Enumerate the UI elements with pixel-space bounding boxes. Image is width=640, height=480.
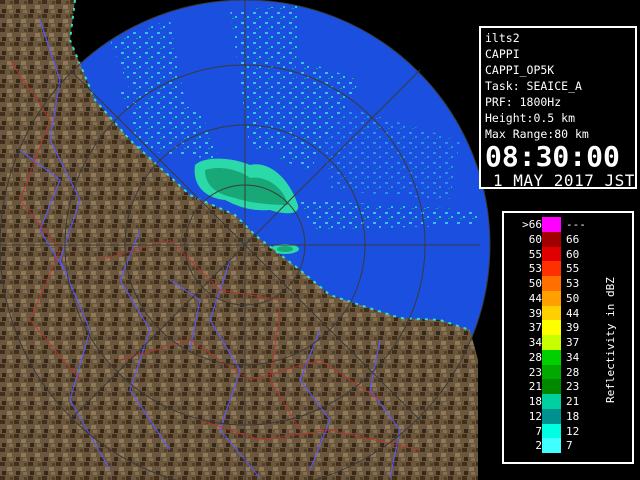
clock-time: 08:30:00 bbox=[485, 140, 620, 173]
legend-high-value: 60 bbox=[566, 247, 580, 261]
legend-low-value: 50 bbox=[528, 277, 542, 290]
product-code: CAPPI_OP5K bbox=[485, 63, 555, 77]
legend-low-value: >66 bbox=[522, 218, 542, 231]
legend-low-value: 37 bbox=[528, 321, 542, 335]
legend-high-value: 44 bbox=[566, 306, 580, 320]
legend-low-value: 39 bbox=[528, 306, 542, 320]
legend-color-swatch bbox=[542, 231, 561, 247]
site-name: ilts2 bbox=[485, 31, 520, 45]
legend-high-value: 28 bbox=[566, 365, 580, 379]
legend-color-swatch bbox=[542, 364, 561, 380]
legend-low-value: 55 bbox=[528, 247, 542, 261]
legend-color-swatch bbox=[542, 379, 561, 395]
height-label: Height:0.5 km bbox=[485, 111, 576, 125]
legend-row: >66 --- bbox=[504, 217, 632, 232]
legend-low-value: 44 bbox=[528, 291, 542, 305]
legend-row: 12 18 bbox=[504, 408, 632, 424]
legend-low-value: 18 bbox=[528, 395, 542, 408]
legend-row: 53 55 bbox=[504, 261, 632, 277]
legend-high-value: 37 bbox=[566, 336, 580, 349]
legend-unit-label: Reflectivity in dBZ bbox=[604, 277, 617, 403]
legend-high-value: 39 bbox=[566, 321, 580, 335]
legend-high-value: 23 bbox=[566, 380, 580, 394]
legend-high-value: 50 bbox=[566, 291, 580, 305]
task-label: Task: SEAICE_A bbox=[485, 79, 582, 93]
legend-color-swatch bbox=[542, 261, 561, 277]
legend-high-value: 66 bbox=[566, 232, 580, 246]
legend-high-value: 34 bbox=[566, 350, 580, 364]
legend-color-swatch bbox=[542, 423, 561, 439]
legend-low-value: 23 bbox=[528, 365, 542, 379]
legend-low-value: 53 bbox=[528, 262, 542, 276]
legend-color-swatch bbox=[542, 246, 561, 262]
legend-high-value: --- bbox=[566, 218, 586, 231]
legend-row: 55 60 bbox=[504, 246, 632, 262]
legend-high-value: 7 bbox=[566, 439, 573, 453]
legend-color-swatch bbox=[542, 394, 561, 409]
legend-high-value: 55 bbox=[566, 262, 580, 276]
legend-row: 7 12 bbox=[504, 423, 632, 439]
info-panel: ilts2 CAPPI CAPPI_OP5K Task: SEAICE_A PR… bbox=[479, 26, 637, 190]
legend-row: 60 66 bbox=[504, 231, 632, 247]
legend-color-swatch bbox=[542, 438, 561, 454]
legend-low-value: 7 bbox=[535, 424, 542, 438]
legend-color-swatch bbox=[542, 217, 561, 232]
legend-row: 27 bbox=[504, 438, 632, 454]
legend-low-value: 12 bbox=[528, 409, 542, 423]
legend-low-value: 60 bbox=[528, 232, 542, 246]
legend-color-swatch bbox=[542, 320, 561, 336]
radar-screen: ilts2 CAPPI CAPPI_OP5K Task: SEAICE_A PR… bbox=[0, 0, 640, 480]
legend-high-value: 53 bbox=[566, 277, 580, 290]
legend-high-value: 12 bbox=[566, 424, 580, 438]
legend-low-value: 2 bbox=[535, 439, 542, 453]
reflectivity-legend: >66 --- 60 66 55 60 53 55 50 53 44 50 39 44 37 39 34 37 28… bbox=[502, 211, 634, 464]
legend-color-swatch bbox=[542, 408, 561, 424]
legend-low-value: 34 bbox=[528, 336, 542, 349]
legend-color-swatch bbox=[542, 335, 561, 350]
legend-color-swatch bbox=[542, 349, 561, 365]
legend-color-swatch bbox=[542, 290, 561, 306]
legend-high-value: 21 bbox=[566, 395, 580, 408]
legend-color-swatch bbox=[542, 276, 561, 291]
legend-color-swatch bbox=[542, 305, 561, 321]
legend-high-value: 18 bbox=[566, 409, 580, 423]
product-name: CAPPI bbox=[485, 47, 520, 61]
prf-label: PRF: 1800Hz bbox=[485, 95, 562, 109]
legend-low-value: 28 bbox=[528, 350, 542, 364]
clock-date: 1 MAY 2017 JST bbox=[493, 171, 635, 190]
legend-low-value: 21 bbox=[528, 380, 542, 394]
